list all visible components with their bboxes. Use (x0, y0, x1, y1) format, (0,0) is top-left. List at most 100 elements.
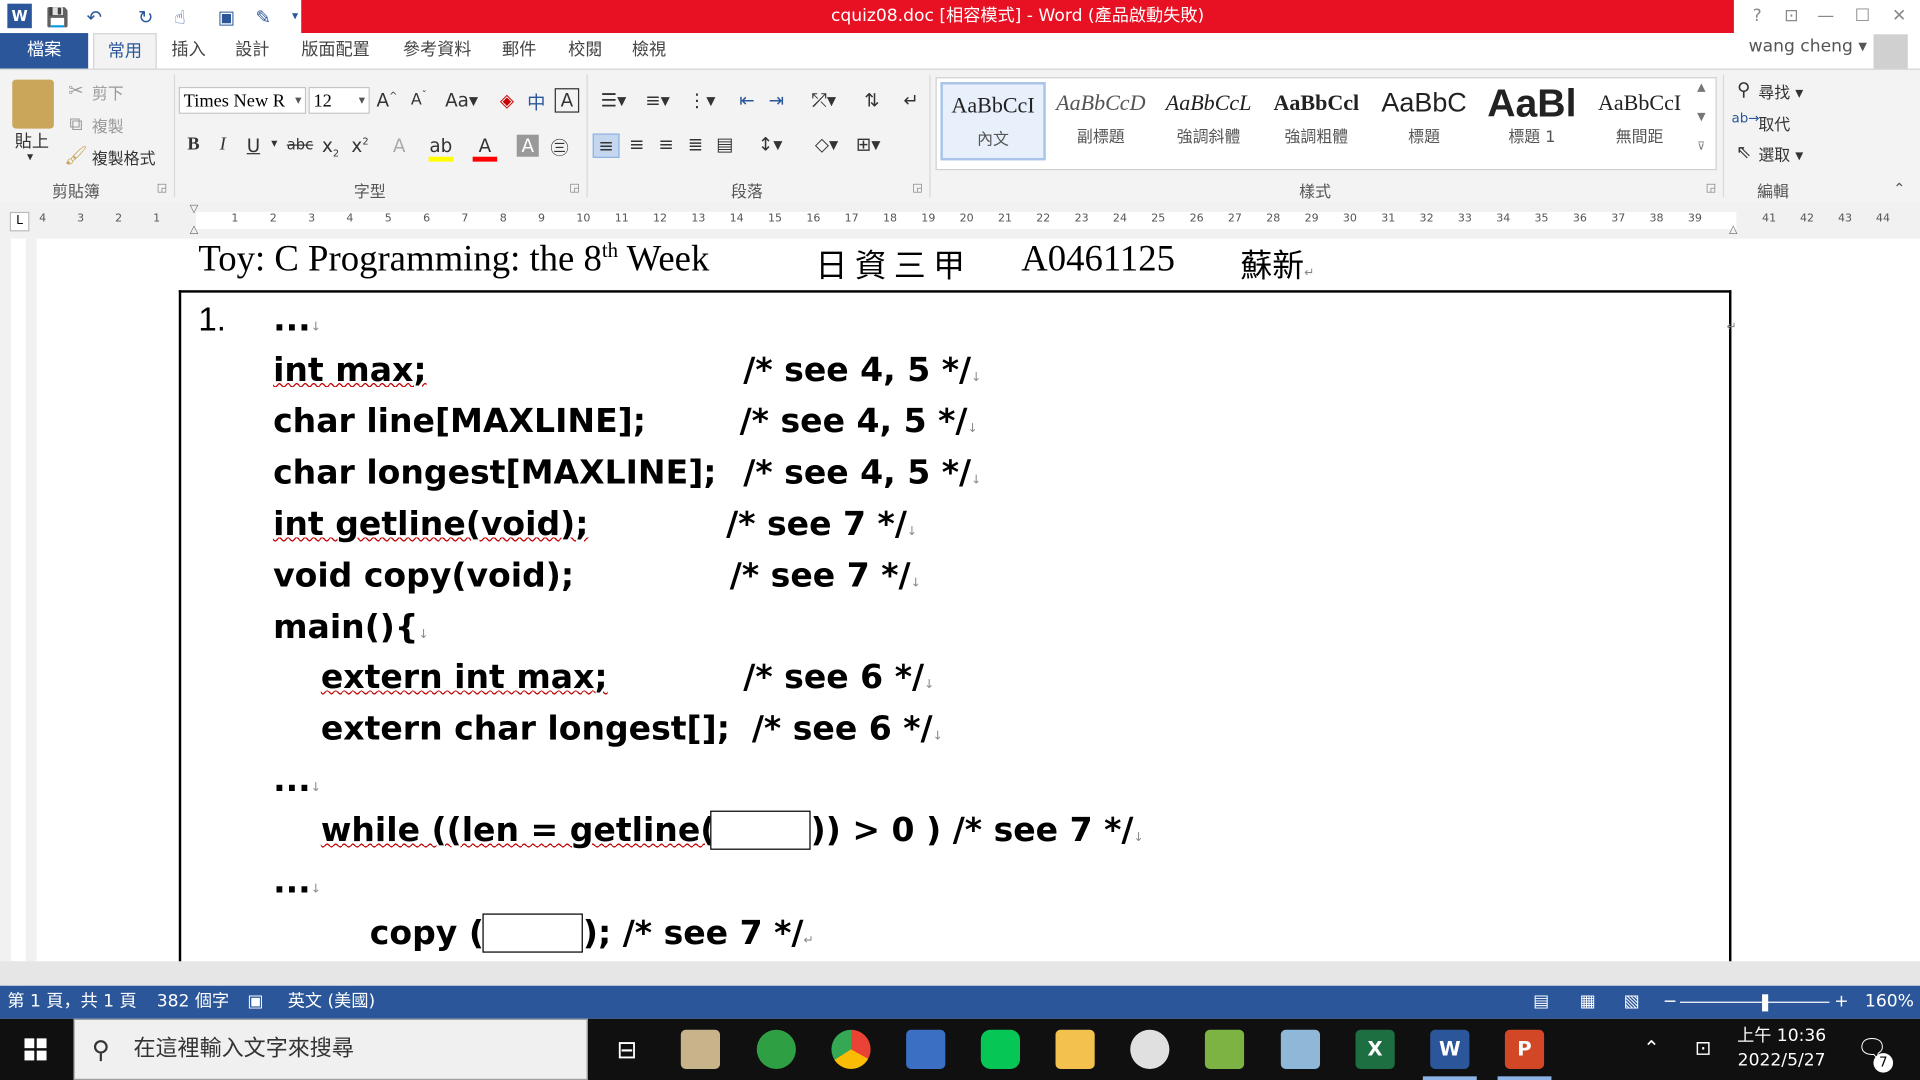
align-center-icon[interactable]: ≡ (624, 133, 648, 155)
tab-references[interactable]: 參考資料 (394, 33, 480, 69)
highlight-icon[interactable]: ab (428, 135, 454, 162)
change-case-icon[interactable]: Aa▾ (443, 89, 480, 111)
text-effects-icon[interactable]: A (387, 135, 411, 157)
code-line[interactable]: ...↓ (273, 301, 321, 339)
code-line[interactable]: ...↓ (273, 762, 321, 800)
tab-file[interactable]: 檔案 (0, 33, 89, 69)
code-comment[interactable]: /* see 7 */↓ (730, 557, 921, 595)
cut-button[interactable]: 剪下 (92, 81, 124, 104)
character-shading-icon[interactable]: A (516, 134, 539, 157)
code-line[interactable]: char longest[MAXLINE]; (273, 454, 716, 492)
code-comment[interactable]: /* see 4, 5 */↓ (743, 454, 981, 492)
style-no-spacing[interactable]: AaBbCcI 無間距 (1587, 82, 1692, 158)
chrome-app-icon[interactable] (831, 1029, 871, 1069)
word-count[interactable]: 382 個字 (157, 986, 229, 1019)
italic-icon[interactable]: I (211, 135, 235, 156)
tab-home[interactable]: 常用 (93, 33, 157, 70)
code-line[interactable]: extern int max; (321, 659, 608, 697)
style-title[interactable]: AaBbC 標題 (1371, 82, 1476, 158)
bullets-icon[interactable]: ☰▾ (595, 89, 632, 111)
paste-dropdown-icon[interactable]: ▾ (27, 151, 33, 164)
zoom-level[interactable]: 160% (1865, 986, 1914, 1019)
code-comment[interactable]: /* see 4, 5 */↓ (743, 351, 981, 389)
remote-desktop-app-icon[interactable] (906, 1029, 946, 1069)
code-comment[interactable]: /* see 7 */↓ (726, 506, 917, 544)
right-indent-marker[interactable]: △ (1729, 224, 1737, 236)
horizontal-ruler[interactable]: L 4 3 2 1 1 2 3 4 5 6 7 8 9 10 11 12 13 14 15 16 17 18 19 2… (0, 202, 1920, 239)
code-comment[interactable]: /* see 6 */↓ (743, 659, 934, 697)
line-spacing-icon[interactable]: ↕▾ (752, 133, 789, 155)
justify-icon[interactable]: ≣ (683, 133, 707, 155)
tab-layout[interactable]: 版面配置 (294, 33, 377, 69)
user-account[interactable]: wang cheng ▾ (1749, 37, 1867, 57)
chevron-up-icon[interactable]: ⌃ (1643, 1036, 1659, 1059)
ribbon-display-icon[interactable]: ⊡ (1773, 0, 1810, 33)
answer-blank-1[interactable] (710, 810, 811, 850)
decrease-indent-icon[interactable]: ⇤ (735, 89, 759, 111)
style-normal[interactable]: AaBbCcI 內文 (940, 82, 1046, 161)
code-line[interactable]: char line[MAXLINE]; (273, 403, 646, 441)
style-heading-1[interactable]: AaBl 標題 1 (1479, 82, 1584, 158)
multilevel-list-icon[interactable]: ⋮▾ (683, 89, 720, 111)
web-layout-icon[interactable]: ▧ (1624, 986, 1640, 1019)
customize-icon[interactable]: ✎ (250, 4, 277, 31)
clipboard-launcher-icon[interactable]: ◲ (157, 182, 167, 194)
tab-insert[interactable]: 插入 (164, 33, 213, 69)
copy-button[interactable]: 複製 (92, 114, 124, 137)
document-header[interactable]: Toy: C Programming: the 8th Week (198, 239, 709, 281)
clear-format-icon[interactable]: ◈ (495, 89, 519, 111)
code-line[interactable]: void copy(void); (273, 557, 574, 595)
style-subtitle[interactable]: AaBbCcD 副標題 (1048, 82, 1153, 158)
text-direction-icon[interactable]: ⤱▾ (806, 89, 843, 111)
paste-button[interactable]: 貼上 (15, 129, 49, 153)
print-layout-icon[interactable]: ▦ (1580, 986, 1596, 1019)
paste-icon[interactable] (12, 79, 54, 129)
binoculars-icon[interactable]: ⚲ (1731, 78, 1755, 100)
code-line[interactable]: )) > 0 ) /* see 7 */↓ (811, 812, 1144, 850)
taskbar-clock[interactable]: 上午 10:36 2022/5/27 (1727, 1024, 1837, 1073)
subscript-icon[interactable]: x2 (318, 135, 342, 159)
increase-indent-icon[interactable]: ⇥ (764, 89, 788, 111)
numbering-icon[interactable]: ≡▾ (639, 89, 676, 111)
task-view-icon[interactable]: ⊟ (607, 1030, 646, 1069)
code-line[interactable]: main(){↓ (273, 609, 429, 647)
gallery-more-icon[interactable]: ⊽ (1697, 141, 1705, 153)
maps-app-icon[interactable] (756, 1029, 796, 1069)
gallery-down-icon[interactable]: ▼ (1697, 111, 1705, 123)
font-launcher-icon[interactable]: ◲ (569, 182, 579, 194)
vertical-ruler[interactable] (0, 238, 37, 962)
borders-icon[interactable]: ⊞▾ (850, 133, 887, 155)
format-painter-icon[interactable]: 🖌 (64, 144, 88, 166)
first-line-indent-marker[interactable]: ▽ (190, 203, 198, 215)
minimize-icon[interactable]: — (1807, 0, 1844, 33)
tab-design[interactable]: 設計 (228, 33, 277, 69)
taskbar-search-box[interactable]: ⚲ 在這裡輸入文字來搜尋 (73, 1018, 588, 1080)
zoom-in-icon[interactable]: + (1834, 986, 1848, 1019)
file-explorer-icon[interactable] (1055, 1029, 1095, 1069)
powerpoint-app-icon[interactable]: P (1504, 1029, 1545, 1069)
paint-app-icon[interactable] (1130, 1029, 1170, 1069)
help-icon[interactable]: ? (1739, 0, 1776, 33)
underline-dropdown-icon[interactable]: ▾ (262, 137, 286, 150)
word-taskbar-icon[interactable]: W (1430, 1029, 1470, 1069)
code-line[interactable]: int getline(void); (273, 506, 588, 544)
avatar[interactable] (1873, 34, 1908, 69)
font-color-icon[interactable]: A (472, 135, 498, 162)
bold-icon[interactable]: B (181, 135, 205, 156)
replace-button[interactable]: 取代 (1758, 111, 1790, 134)
code-line[interactable]: ); /* see 7 */↵ (583, 915, 814, 953)
paragraph-launcher-icon[interactable]: ◲ (912, 182, 922, 194)
scissors-icon[interactable]: ✂ (64, 80, 88, 102)
zoom-slider[interactable] (1680, 1001, 1830, 1003)
maximize-icon[interactable]: ☐ (1844, 0, 1881, 33)
style-strong[interactable]: AaBbCcl 強調粗體 (1264, 82, 1369, 158)
close-icon[interactable]: ✕ (1881, 0, 1918, 33)
code-line[interactable]: copy ( (370, 915, 484, 953)
zoom-out-icon[interactable]: − (1663, 986, 1677, 1019)
style-emphasis[interactable]: AaBbCcL 強調斜體 (1156, 82, 1261, 158)
photo-app-icon[interactable] (1204, 1029, 1245, 1069)
tab-view[interactable]: 檢視 (624, 33, 673, 69)
find-button[interactable]: 尋找 ▾ (1758, 80, 1803, 102)
excel-app-icon[interactable]: X (1355, 1029, 1395, 1069)
ime-icon[interactable]: ⊡ (1695, 1036, 1711, 1059)
